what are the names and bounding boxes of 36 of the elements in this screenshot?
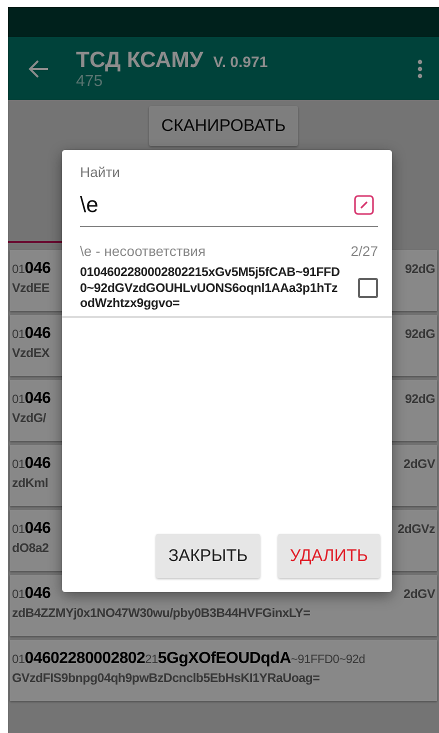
code-line-end: 92dG [404, 392, 435, 406]
code-card[interactable]: 0104602280002802215GgXOfEOUDqdA~91FFD0~92d GVzdFIS9bnpg04qh9pwBzDcnclb5EbHsKI1YRaUoag= [10, 640, 437, 701]
code-line: dO8a2 [12, 541, 49, 555]
edit-icon[interactable] [354, 195, 374, 215]
code-line: 01046 [12, 520, 51, 538]
subtitle: 475 [76, 72, 104, 90]
code-line: 01046 [12, 455, 51, 473]
back-arrow-icon[interactable] [28, 58, 50, 80]
code-line-end: 2dGVz [398, 522, 435, 536]
close-button[interactable]: ЗАКРЫТЬ [156, 534, 260, 578]
code-line-end: 2dGV [404, 457, 435, 471]
code-line: 01046 [12, 325, 51, 343]
app-title: ТСД КСАМУ [76, 46, 204, 72]
code-line: 01046 [12, 390, 51, 408]
filter-label: \e - несоответствия [80, 243, 206, 259]
result-code: 0104602280002802215xGv5M5j5fCAB~91FFD0~92dGVzdGOUHLvUONS6oqnl1AAa3p1hTzodWzhtzx9ggvo= [80, 265, 341, 312]
code-line: 01046 [12, 585, 51, 603]
version-label: V. 0.971 [213, 54, 268, 70]
code-line-end: 2dGV [404, 587, 435, 601]
field-label: Найти [80, 164, 121, 180]
scan-button[interactable]: СКАНИРОВАТЬ [149, 106, 298, 146]
code-line: 0104602280002802215GgXOfEOUDqdA~91FFD0~92d [12, 650, 365, 668]
more-icon[interactable] [417, 58, 423, 78]
code-line: zdKml [12, 476, 48, 490]
result-count: 2/27 [350, 243, 378, 259]
code-line: zdB4ZZMYj0x1NO47W30wu/pby0B3B44HVFGinxLY= [12, 606, 310, 620]
code-line: VzdG/ [12, 411, 46, 425]
code-line: 01046 [12, 260, 51, 278]
code-line: VzdEX [12, 346, 50, 360]
search-field[interactable]: \e [80, 188, 354, 222]
code-line-end: 92dG [404, 327, 435, 341]
code-line-end: 92dG [404, 262, 435, 276]
code-line: VzdEE [12, 281, 50, 295]
delete-button[interactable]: УДАЛИТЬ [278, 534, 380, 578]
code-line: GVzdFIS9bnpg04qh9pwBzDcnclb5EbHsKI1YRaUoag= [12, 671, 320, 685]
checkbox[interactable] [358, 278, 378, 298]
